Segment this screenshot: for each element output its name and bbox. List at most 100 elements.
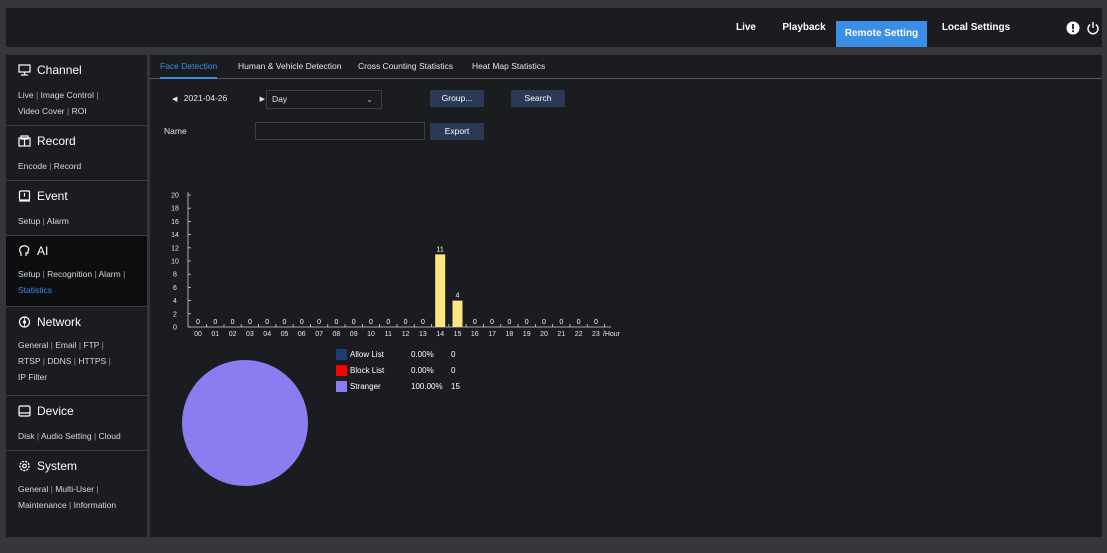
y-tick-label: 16 <box>171 219 179 226</box>
bar-value-label: 0 <box>577 319 581 326</box>
period-select[interactable]: Day ⌄ <box>266 90 382 109</box>
x-tick-label: 21 <box>557 331 565 338</box>
sidebar-title-event[interactable]: Event <box>18 189 68 203</box>
tab-cross-counting-statistics[interactable]: Cross Counting Statistics <box>358 55 453 78</box>
tab-heat-map-statistics[interactable]: Heat Map Statistics <box>472 55 545 78</box>
legend-swatch <box>336 365 347 376</box>
separator: | <box>120 269 126 279</box>
sidebar-link-encode[interactable]: Encode <box>18 161 47 171</box>
sidebar-title-label: Channel <box>37 63 82 77</box>
next-day-icon[interactable]: ▶ <box>260 96 265 103</box>
legend-count: 0 <box>451 350 456 359</box>
bar-value-label: 0 <box>334 319 338 326</box>
x-tick-label: 23 <box>592 331 600 338</box>
sidebar-link-https[interactable]: HTTPS <box>78 356 106 366</box>
tab-human-vehicle-detection[interactable]: Human & Vehicle Detection <box>238 55 341 78</box>
sidebar-link-alarm[interactable]: Alarm <box>47 216 69 226</box>
sidebar-link-ddns[interactable]: DDNS <box>47 356 71 366</box>
tab-face-detection[interactable]: Face Detection <box>160 55 218 79</box>
bar-value-label: 0 <box>317 319 321 326</box>
sidebar-link-video-cover[interactable]: Video Cover <box>18 106 65 116</box>
legend-label: Block List <box>350 366 385 375</box>
bar-value-label: 0 <box>213 319 217 326</box>
sidebar-link-record[interactable]: Record <box>54 161 81 171</box>
prev-day-icon[interactable]: ◀ <box>172 96 177 103</box>
y-tick-label: 6 <box>173 285 177 292</box>
sidebar-section-system: System General | Multi-User | Maintenanc… <box>6 451 147 521</box>
sidebar-title-label: Record <box>37 134 76 148</box>
network-icon <box>18 316 31 328</box>
sidebar-link-setup[interactable]: Setup <box>18 216 40 226</box>
sidebar-title-channel[interactable]: Channel <box>18 63 82 77</box>
legend-item-allow-list: Allow List 0.00% 0 <box>336 349 536 361</box>
y-tick-label: 4 <box>173 298 177 305</box>
bar-value-label: 0 <box>404 319 408 326</box>
sidebar-link-statistics[interactable]: Statistics <box>18 285 52 295</box>
separator: | <box>93 90 99 100</box>
group-button[interactable]: Group... <box>430 90 484 107</box>
sidebar-link-maintenance[interactable]: Maintenance <box>18 500 67 510</box>
bar-value-label: 0 <box>559 319 563 326</box>
sidebar-link-multi-user[interactable]: Multi-User <box>55 484 94 494</box>
sidebar-link-cloud[interactable]: Cloud <box>99 431 121 441</box>
export-button[interactable]: Export <box>430 123 484 140</box>
legend-label: Allow List <box>350 350 384 359</box>
sidebar-link-recognition[interactable]: Recognition <box>47 269 92 279</box>
sidebar-link-live[interactable]: Live <box>18 90 34 100</box>
info-icon[interactable] <box>1066 21 1080 35</box>
sidebar-link-information[interactable]: Information <box>74 500 117 510</box>
x-tick-label: 16 <box>471 331 479 338</box>
x-tick-label: 09 <box>350 331 358 338</box>
sidebar-title-system[interactable]: System <box>18 459 77 473</box>
sidebar-link-audio-setting[interactable]: Audio Setting <box>41 431 92 441</box>
sidebar-title-ai[interactable]: AI <box>18 244 48 258</box>
search-button[interactable]: Search <box>511 90 565 107</box>
x-tick-label: 02 <box>229 331 237 338</box>
sidebar-link-ftp[interactable]: FTP <box>83 340 99 350</box>
sidebar-link-alarm[interactable]: Alarm <box>99 269 121 279</box>
date-picker: ◀ 2021-04-26 ▶ <box>172 90 265 107</box>
legend-percent: 100.00% <box>411 382 443 391</box>
sidebar-link-email[interactable]: Email <box>55 340 76 350</box>
sidebar-title-device[interactable]: Device <box>18 404 74 418</box>
nav-live[interactable]: Live <box>726 8 766 47</box>
nav-local-settings[interactable]: Local Settings <box>936 8 1016 47</box>
x-tick-label: 19 <box>523 331 531 338</box>
bar-value-label: 4 <box>456 293 460 300</box>
sidebar-link-disk[interactable]: Disk <box>18 431 35 441</box>
sidebar-link-setup[interactable]: Setup <box>18 269 40 279</box>
sidebar-link-image-control[interactable]: Image Control <box>41 90 94 100</box>
ai-icon <box>19 245 30 256</box>
sidebar-title-label: Device <box>37 404 74 418</box>
chevron-down-icon: ⌄ <box>366 95 373 104</box>
name-input[interactable] <box>255 122 425 140</box>
separator: | <box>106 356 111 366</box>
date-value[interactable]: 2021-04-26 <box>184 93 227 103</box>
separator: | <box>33 90 41 100</box>
nav-playback[interactable]: Playback <box>774 8 834 47</box>
sidebar-title-label: AI <box>37 244 49 258</box>
legend-count: 0 <box>451 366 456 375</box>
sidebar-link-rtsp[interactable]: RTSP <box>18 356 40 366</box>
y-tick-label: 10 <box>171 259 179 266</box>
bar <box>435 254 446 327</box>
sidebar-link-roi[interactable]: ROI <box>72 106 87 116</box>
legend-item-block-list: Block List 0.00% 0 <box>336 365 536 377</box>
legend-label: Stranger <box>350 382 381 391</box>
sidebar-link-general[interactable]: General <box>18 484 48 494</box>
sidebar-link-ip-filter[interactable]: IP Filter <box>18 372 47 382</box>
y-tick-label: 18 <box>171 206 179 213</box>
x-tick-label: 05 <box>281 331 289 338</box>
sidebar-title-network[interactable]: Network <box>18 315 81 329</box>
bar-value-label: 0 <box>300 319 304 326</box>
main-panel: Face Detection Human & Vehicle Detection… <box>150 55 1102 537</box>
sidebar-title-record[interactable]: Record <box>18 134 76 148</box>
sidebar-link-general[interactable]: General <box>18 340 48 350</box>
period-value: Day <box>272 94 288 104</box>
hourly-bar-chart: 02468101214161820 0 0 0 0 0 0 0 0 0 0 0 0 0 01140 0 0 0 0… <box>171 192 621 338</box>
nav-remote-setting[interactable]: Remote Setting <box>836 21 927 47</box>
sidebar-title-label: Network <box>37 315 82 329</box>
bar-value-label: 0 <box>525 319 529 326</box>
power-icon[interactable] <box>1086 21 1100 35</box>
legend-swatch <box>336 349 347 360</box>
